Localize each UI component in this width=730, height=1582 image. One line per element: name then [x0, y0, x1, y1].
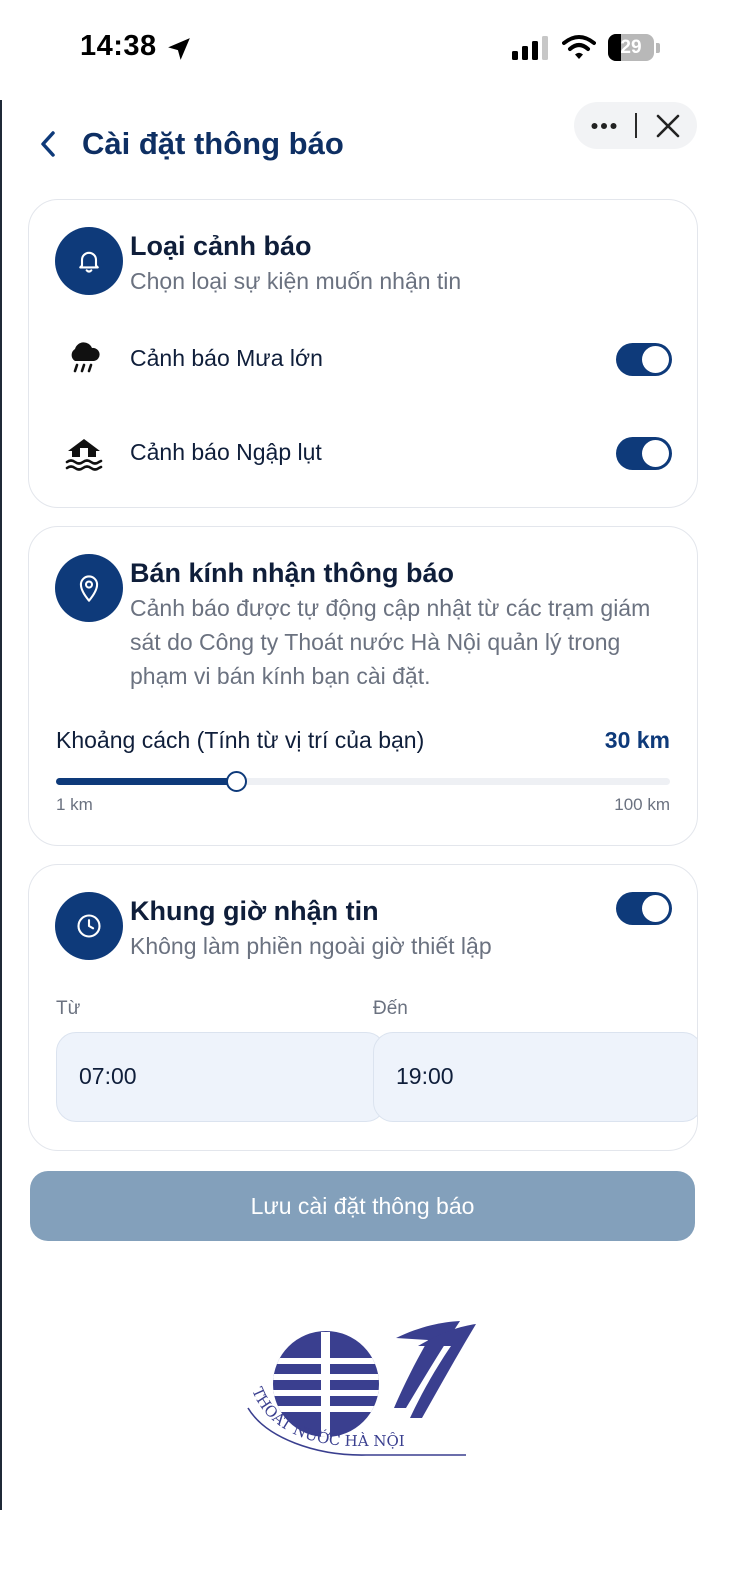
cellular-signal-icon	[512, 36, 550, 65]
slider-thumb[interactable]	[225, 771, 247, 792]
clock-icon-badge	[55, 892, 123, 960]
distance-label: Khoảng cách (Tính từ vị trí của bạn)	[56, 727, 425, 753]
more-button[interactable]	[574, 102, 634, 149]
close-icon	[656, 114, 679, 137]
heavy-rain-icon	[64, 339, 104, 379]
toggle-knob	[642, 440, 669, 467]
save-settings-button[interactable]: Lưu cài đặt thông báo	[30, 1171, 695, 1241]
clock-icon	[77, 914, 101, 938]
page-title: Cài đặt thông báo	[82, 126, 344, 161]
location-pin-icon-badge	[55, 554, 123, 622]
status-bar: 14:38 29	[0, 0, 730, 96]
radius-card: Bán kính nhận thông báo Cảnh báo được tự…	[28, 526, 698, 846]
alert-types-title: Loại cảnh báo	[130, 231, 312, 261]
back-button[interactable]	[30, 124, 66, 164]
page-header: Cài đặt thông báo	[0, 100, 730, 190]
more-horizontal-icon	[591, 122, 617, 129]
location-pin-icon	[79, 575, 99, 602]
to-time-field[interactable]: 19:00	[373, 1032, 697, 1122]
location-arrow-icon	[166, 36, 192, 67]
heavy-rain-label: Cảnh báo Mưa lớn	[130, 345, 323, 371]
to-label: Đến	[373, 998, 408, 1019]
alert-types-subtitle: Chọn loại sự kiện muốn nhận tin	[130, 268, 462, 294]
quiet-hours-title: Khung giờ nhận tin	[130, 896, 379, 926]
slider-max-label: 100 km	[614, 795, 670, 814]
from-label: Từ	[56, 998, 81, 1019]
from-time-field[interactable]: 07:00	[56, 1032, 386, 1122]
flood-toggle[interactable]	[616, 437, 672, 470]
thoat-nuoc-ha-noi-logo: THOÁT NƯỚC HÀ NỘI	[246, 1318, 480, 1463]
bell-icon	[79, 251, 99, 273]
battery-level: 29	[620, 37, 642, 58]
toggle-knob	[642, 346, 669, 373]
battery-icon: 29	[608, 34, 654, 61]
distance-value: 30 km	[604, 727, 670, 753]
mini-app-capsule	[574, 102, 697, 149]
slider-min-label: 1 km	[56, 795, 93, 814]
battery-tip	[656, 43, 660, 53]
chevron-left-icon	[41, 131, 55, 157]
close-button[interactable]	[638, 102, 697, 149]
quiet-hours-card: Khung giờ nhận tin Không làm phiền ngoài…	[28, 864, 698, 1151]
quiet-hours-subtitle: Không làm phiền ngoài giờ thiết lập	[130, 933, 492, 959]
slider-fill	[56, 778, 236, 785]
radius-slider[interactable]	[56, 771, 670, 792]
radius-title: Bán kính nhận thông báo	[130, 558, 454, 588]
flood-icon	[64, 433, 104, 473]
bell-icon-badge	[55, 227, 123, 295]
toggle-knob	[642, 895, 669, 922]
heavy-rain-toggle[interactable]	[616, 343, 672, 376]
wifi-icon	[562, 34, 596, 65]
quiet-hours-toggle[interactable]	[616, 892, 672, 925]
flood-label: Cảnh báo Ngập lụt	[130, 439, 322, 465]
capsule-divider	[635, 113, 637, 138]
status-time: 14:38	[80, 30, 157, 62]
alert-types-card: Loại cảnh báo Chọn loại sự kiện muốn nhậ…	[28, 199, 698, 508]
radius-description: Cảnh báo được tự động cập nhật từ các tr…	[130, 595, 651, 689]
window-edge	[0, 100, 2, 1510]
